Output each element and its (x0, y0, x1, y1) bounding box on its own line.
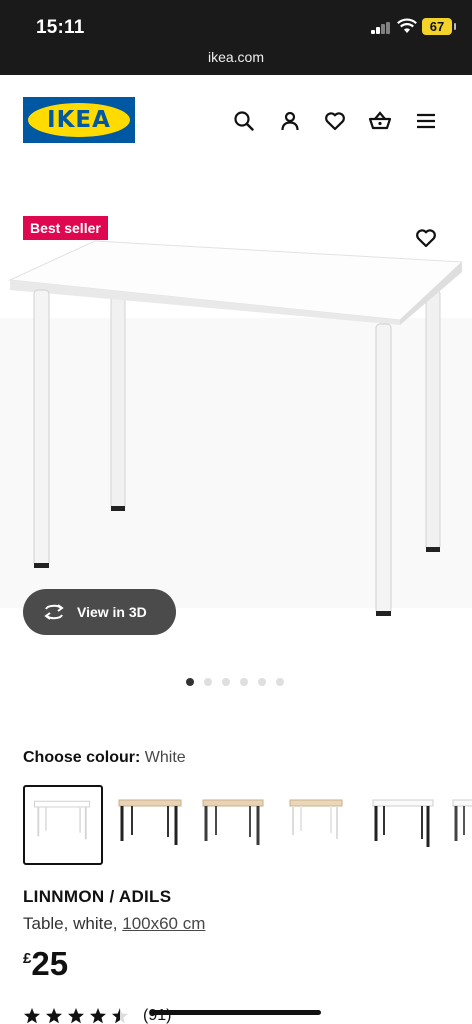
choose-colour-value: White (144, 749, 186, 766)
rating-stars-icon (24, 1008, 128, 1024)
site-header: IKEA (0, 75, 472, 167)
product-name: LINNMON / ADILS (23, 887, 172, 906)
choose-colour: Choose colour: White (23, 749, 186, 767)
menu-icon[interactable] (414, 109, 438, 133)
home-indicator[interactable] (150, 1010, 321, 1015)
signal-icon (371, 22, 391, 34)
pagination-dot[interactable] (258, 678, 266, 686)
status-time: 15:11 (36, 17, 85, 38)
battery-indicator: 67 (422, 18, 456, 35)
product-type: Table, white, (23, 914, 118, 933)
product-price: £25 (23, 945, 68, 983)
url-bar[interactable]: ikea.com (0, 49, 472, 65)
swatch-white-dark-grey[interactable] (448, 785, 472, 865)
product-size-link[interactable]: 100x60 cm (122, 914, 205, 933)
ikea-logo[interactable]: IKEA (23, 97, 135, 143)
swatch-oak-black[interactable] (114, 785, 194, 865)
best-seller-badge: Best seller (23, 216, 108, 240)
swatch-oak-white[interactable] (285, 785, 365, 865)
pagination-dot[interactable] (204, 678, 212, 686)
status-bar: 15:11 67 ikea.com (0, 0, 472, 75)
swatch-white[interactable] (23, 785, 103, 865)
search-icon[interactable] (232, 109, 256, 133)
favourites-icon[interactable] (323, 109, 347, 133)
price-amount: 25 (31, 945, 69, 982)
add-to-favourites-icon[interactable] (414, 226, 438, 250)
swatch-oak-dark-grey[interactable] (198, 785, 278, 865)
rotate-3d-icon (44, 604, 64, 620)
view-in-3d-button[interactable]: View in 3D (23, 589, 176, 635)
image-pagination (186, 678, 284, 686)
account-icon[interactable] (278, 109, 302, 133)
choose-colour-label: Choose colour: (23, 749, 141, 766)
pagination-dot[interactable] (186, 678, 194, 686)
price-currency: £ (23, 950, 32, 967)
pagination-dot[interactable] (222, 678, 230, 686)
product-rating[interactable]: (91) (23, 1007, 171, 1024)
swatch-white-black[interactable] (368, 785, 448, 865)
product-description: Table, white, 100x60 cm (23, 914, 205, 934)
pagination-dot[interactable] (240, 678, 248, 686)
view-in-3d-label: View in 3D (77, 604, 147, 620)
pagination-dot[interactable] (276, 678, 284, 686)
logo-text: IKEA (47, 107, 111, 133)
colour-swatches (23, 785, 472, 865)
basket-icon[interactable] (368, 109, 392, 133)
wifi-icon (397, 18, 417, 33)
